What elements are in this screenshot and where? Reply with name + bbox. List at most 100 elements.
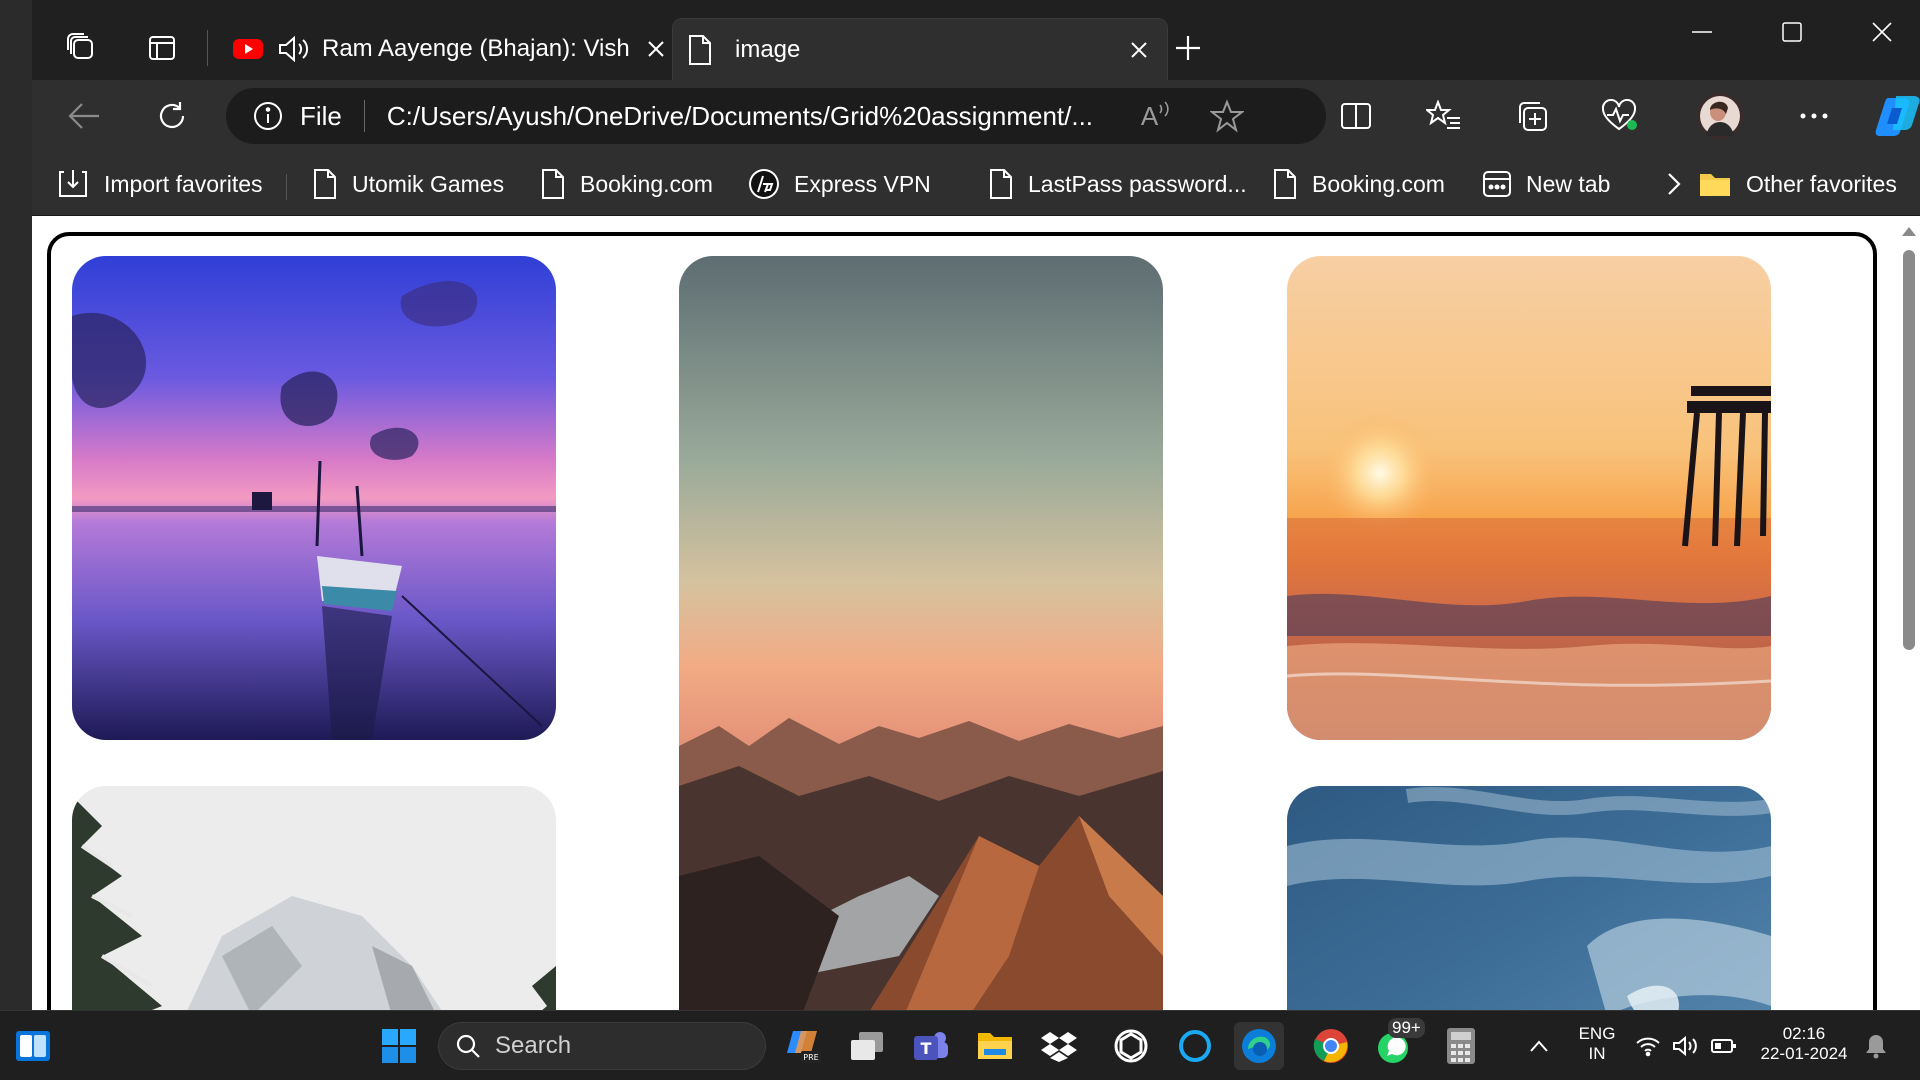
scroll-up-arrow-icon[interactable]	[1898, 224, 1920, 240]
tab-strip: Ram Aayenge (Bhajan): Vish image	[32, 0, 1920, 80]
navigation-bar: File C:/Users/Ayush/OneDrive/Documents/G…	[32, 80, 1920, 152]
copilot-icon[interactable]	[1872, 94, 1920, 138]
new-tab-icon	[1483, 171, 1511, 197]
favorite-label: Booking.com	[1312, 170, 1445, 197]
favorite-import[interactable]: Import favorites	[56, 164, 263, 204]
gallery-image-boat[interactable]	[72, 256, 556, 740]
browser-window: Ram Aayenge (Bhajan): Vish image File C:…	[32, 0, 1920, 1010]
favorite-label: Import favorites	[104, 170, 263, 197]
widgets-icon[interactable]	[8, 1022, 58, 1070]
file-explorer-icon[interactable]	[970, 1022, 1020, 1070]
tab-actions-icon[interactable]	[142, 28, 182, 68]
folder-icon	[1700, 174, 1730, 196]
favorite-label: Express VPN	[794, 170, 931, 197]
refresh-button[interactable]	[150, 94, 194, 138]
workspaces-icon[interactable]	[62, 28, 102, 68]
page-scrollbar[interactable]	[1898, 216, 1920, 1010]
maximize-button[interactable]	[1762, 12, 1822, 52]
taskbar: Search PRE T 99+ ENG IN 02:16 22-01-2024	[0, 1010, 1920, 1080]
language-code: ENG	[1578, 1024, 1616, 1043]
speaker-icon[interactable]	[276, 34, 310, 64]
minimize-button[interactable]	[1672, 12, 1732, 52]
tab-title: Ram Aayenge (Bhajan): Vish	[322, 35, 630, 62]
gallery-image-mountains[interactable]	[679, 256, 1163, 1010]
favorite-new-tab[interactable]: New tab	[1482, 164, 1610, 204]
search-icon	[456, 1034, 480, 1058]
address-scheme-label: File	[300, 100, 342, 131]
back-button[interactable]	[62, 94, 106, 138]
profile-avatar[interactable]	[1694, 90, 1746, 142]
left-window-edge	[0, 0, 32, 1010]
tab-divider	[207, 30, 208, 66]
notifications-bell-icon[interactable]	[1856, 1022, 1896, 1070]
tab-youtube[interactable]: Ram Aayenge (Bhajan): Vish	[218, 18, 684, 80]
favorite-lastpass[interactable]: LastPass password...	[988, 164, 1247, 204]
search-placeholder: Search	[495, 1032, 572, 1059]
volume-icon[interactable]	[1666, 1022, 1706, 1070]
page-icon	[542, 169, 564, 199]
scroll-thumb[interactable]	[1903, 250, 1915, 650]
split-screen-icon[interactable]	[1334, 94, 1378, 138]
other-favorites[interactable]: Other favorites	[1698, 164, 1897, 204]
close-window-button[interactable]	[1852, 12, 1912, 52]
new-tab-button[interactable]	[1168, 28, 1208, 68]
hp-logo-icon	[749, 169, 779, 199]
svg-text:PRE: PRE	[803, 1053, 818, 1062]
close-tab-icon[interactable]	[1125, 36, 1153, 64]
read-aloud-icon[interactable]: A	[1141, 101, 1172, 132]
site-info-icon[interactable]	[252, 100, 284, 132]
taskbar-search[interactable]: Search	[438, 1022, 766, 1070]
battery-icon[interactable]	[1704, 1022, 1744, 1070]
teams-icon[interactable]: T	[906, 1022, 956, 1070]
clock-date: 22-01-2024	[1760, 1044, 1848, 1063]
favorite-label: Booking.com	[580, 170, 713, 197]
favorite-label: LastPass password...	[1028, 170, 1247, 197]
favorite-label: Utomik Games	[352, 170, 505, 197]
favorites-icon[interactable]	[1422, 94, 1466, 138]
collections-icon[interactable]	[1510, 94, 1554, 138]
favorite-label: New tab	[1526, 170, 1611, 197]
cortana-icon[interactable]	[1170, 1022, 1220, 1070]
language-indicator[interactable]: ENG IN	[1572, 1024, 1622, 1064]
whatsapp-icon[interactable]: 99+	[1370, 1018, 1425, 1070]
more-options-icon[interactable]	[1792, 94, 1836, 138]
task-view-icon[interactable]	[842, 1022, 892, 1070]
page-viewport	[32, 216, 1920, 1010]
address-url[interactable]: C:/Users/Ayush/OneDrive/Documents/Grid%2…	[387, 101, 1117, 132]
start-button[interactable]	[374, 1022, 424, 1070]
gallery-image-pier-sunset[interactable]	[1287, 256, 1771, 740]
chatgpt-icon[interactable]	[1106, 1022, 1156, 1070]
calculator-icon[interactable]	[1436, 1022, 1486, 1070]
show-hidden-icons-chevron[interactable]	[1514, 1022, 1564, 1070]
region-code: IN	[1588, 1044, 1606, 1063]
clock[interactable]: 02:16 22-01-2024	[1754, 1024, 1854, 1064]
other-favorites-label: Other favorites	[1746, 170, 1897, 197]
image-grid-container	[47, 232, 1877, 1010]
wifi-icon[interactable]	[1628, 1022, 1668, 1070]
tab-image[interactable]: image	[672, 18, 1168, 80]
tab-title: image	[735, 35, 801, 63]
page-icon	[990, 169, 1012, 199]
dropbox-icon[interactable]	[1034, 1022, 1084, 1070]
address-bar[interactable]: File C:/Users/Ayush/OneDrive/Documents/G…	[226, 88, 1326, 144]
favorite-utomik-games[interactable]: Utomik Games	[312, 164, 504, 204]
edge-taskbar-icon[interactable]	[1234, 1022, 1284, 1070]
page-icon	[314, 169, 336, 199]
favorites-overflow-chevron-icon[interactable]	[1666, 164, 1696, 204]
chrome-icon[interactable]	[1306, 1022, 1356, 1070]
gallery-image-cloudy-sky[interactable]	[1287, 786, 1771, 1010]
close-tab-icon[interactable]	[642, 35, 670, 63]
browser-essentials-icon[interactable]	[1598, 94, 1642, 138]
read-aloud-letter: A	[1140, 100, 1159, 131]
import-icon	[59, 170, 87, 197]
copilot-pre-icon[interactable]: PRE	[778, 1022, 828, 1070]
favorite-express-vpn[interactable]: Express VPN	[748, 164, 931, 204]
address-divider	[363, 100, 365, 132]
favorite-booking[interactable]: Booking.com	[540, 164, 713, 204]
favorites-divider	[286, 174, 287, 200]
favorite-star-icon[interactable]	[1210, 99, 1245, 133]
favorite-booking-2[interactable]: Booking.com	[1272, 164, 1445, 204]
youtube-icon	[233, 39, 263, 59]
gallery-image-snowy-forest[interactable]	[72, 786, 556, 1010]
clock-time: 02:16	[1782, 1024, 1826, 1043]
